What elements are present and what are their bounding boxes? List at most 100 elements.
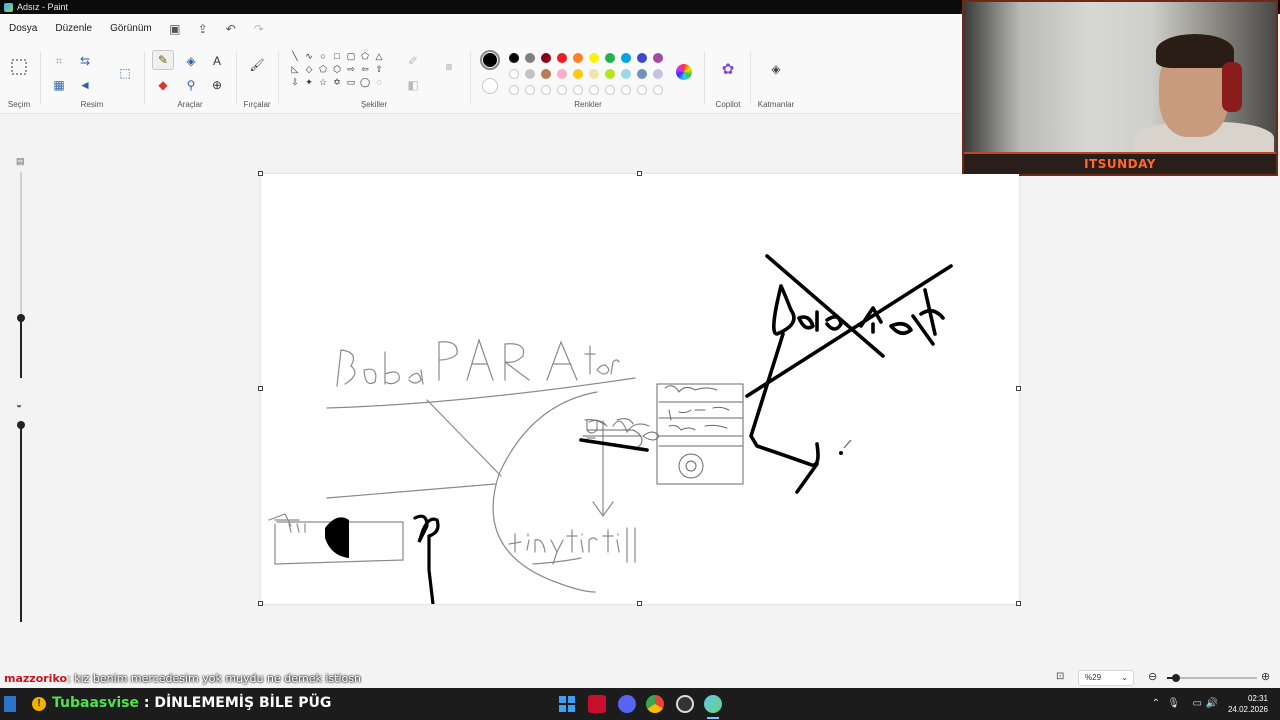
color-swatch[interactable] bbox=[525, 69, 535, 79]
edit-colors-icon[interactable] bbox=[676, 64, 692, 80]
share-icon[interactable]: ⇪ bbox=[189, 22, 217, 36]
shape-gallery[interactable]: ╲ ∿ ○ □ ▢ ⬠ △ ◺ ◇ ⬠ ⬡ ⇨ ⇦ ⇧ ⇩ ✦ ☆ ✡ ▭ ◯ … bbox=[288, 50, 396, 89]
color-swatch[interactable] bbox=[573, 53, 583, 63]
custom-color-slot[interactable] bbox=[653, 85, 663, 95]
brush-icon[interactable]: 🖌 bbox=[248, 56, 266, 74]
clock[interactable]: 02:31 24.02.2026 bbox=[1228, 693, 1268, 715]
select-rectangle-icon[interactable] bbox=[10, 58, 28, 76]
brush-size-track[interactable] bbox=[20, 172, 22, 318]
discord-icon[interactable] bbox=[618, 695, 636, 713]
save-icon[interactable]: ▣ bbox=[161, 22, 189, 36]
color-swatch[interactable] bbox=[509, 69, 519, 79]
brush-size-knob[interactable] bbox=[17, 314, 25, 322]
custom-color-slot[interactable] bbox=[557, 85, 567, 95]
copilot-icon[interactable]: ✿ bbox=[719, 60, 737, 78]
remove-background-icon[interactable]: ⬚ bbox=[116, 64, 134, 82]
fit-to-window-icon[interactable]: ⊡ bbox=[1056, 671, 1064, 682]
oval-shape-icon[interactable]: ○ bbox=[316, 50, 330, 63]
opacity-track[interactable] bbox=[20, 422, 22, 622]
rotate-icon[interactable]: ▦ bbox=[50, 76, 68, 94]
arrow-up-shape-icon[interactable]: ⇧ bbox=[372, 63, 386, 76]
color-picker-icon[interactable]: ⚲ bbox=[182, 76, 200, 94]
custom-color-slot[interactable] bbox=[605, 85, 615, 95]
drawing-canvas[interactable] bbox=[261, 174, 1019, 604]
crop-icon[interactable]: ⌗ bbox=[50, 52, 68, 70]
color-swatch[interactable] bbox=[589, 69, 599, 79]
color-swatch[interactable] bbox=[589, 53, 599, 63]
color-swatch[interactable] bbox=[573, 69, 583, 79]
arrow-right-shape-icon[interactable]: ⇨ bbox=[344, 63, 358, 76]
color-swatch[interactable] bbox=[621, 69, 631, 79]
color-swatch[interactable] bbox=[605, 69, 615, 79]
custom-color-slot[interactable] bbox=[589, 85, 599, 95]
custom-color-slot[interactable] bbox=[637, 85, 647, 95]
paint-taskbar-icon[interactable] bbox=[704, 695, 722, 713]
windows-start-icon[interactable] bbox=[558, 695, 576, 713]
color-swatch[interactable] bbox=[637, 53, 647, 63]
fill-icon[interactable]: ◈ bbox=[182, 52, 200, 70]
flip-icon[interactable]: ◄ bbox=[76, 76, 94, 94]
color-swatch[interactable] bbox=[541, 69, 551, 79]
resize-icon[interactable]: ⇆ bbox=[76, 52, 94, 70]
triangle-shape-icon[interactable]: △ bbox=[372, 50, 386, 63]
custom-color-slot[interactable] bbox=[541, 85, 551, 95]
canvas-resize-handle-top-left[interactable] bbox=[258, 171, 263, 176]
canvas-resize-handle-top[interactable] bbox=[637, 171, 642, 176]
right-triangle-shape-icon[interactable]: ◺ bbox=[288, 63, 302, 76]
line-shape-icon[interactable]: ╲ bbox=[288, 50, 302, 63]
pencil-icon[interactable]: ✎ bbox=[152, 50, 174, 70]
obs-icon[interactable] bbox=[676, 695, 694, 713]
zoom-slider-knob[interactable] bbox=[1171, 674, 1180, 682]
canvas-resize-handle-bottom-right[interactable] bbox=[1016, 601, 1021, 606]
chrome-icon[interactable] bbox=[646, 695, 664, 713]
shape-size-icon[interactable]: ≡ bbox=[440, 58, 458, 76]
menu-view[interactable]: Görünüm bbox=[101, 14, 161, 44]
microphone-icon[interactable]: 🎙 bbox=[1167, 698, 1180, 709]
canvas-resize-handle-bottom-left[interactable] bbox=[258, 601, 263, 606]
network-icon[interactable]: ▭ bbox=[1193, 698, 1202, 709]
zoom-out-icon[interactable]: ⊖ bbox=[1148, 670, 1157, 683]
canvas-resize-handle-bottom[interactable] bbox=[637, 601, 642, 606]
shape-outline-icon[interactable]: ✐ bbox=[404, 52, 422, 70]
primary-color[interactable] bbox=[480, 50, 500, 70]
zoom-in-icon[interactable]: ⊕ bbox=[1261, 670, 1270, 683]
secondary-color[interactable] bbox=[482, 78, 498, 94]
color-swatch[interactable] bbox=[637, 69, 647, 79]
chevron-up-icon[interactable]: ⌃ bbox=[1152, 698, 1160, 709]
canvas-resize-handle-right[interactable] bbox=[1016, 386, 1021, 391]
color-swatch[interactable] bbox=[525, 53, 535, 63]
callout-oval-shape-icon[interactable]: ◯ bbox=[358, 76, 372, 89]
color-swatch[interactable] bbox=[557, 53, 567, 63]
custom-color-slot[interactable] bbox=[509, 85, 519, 95]
zoom-select[interactable]: %29 ⌄ bbox=[1078, 670, 1134, 686]
color-swatch[interactable] bbox=[653, 69, 663, 79]
arrow-left-shape-icon[interactable]: ⇦ bbox=[358, 63, 372, 76]
callout-cloud-shape-icon[interactable]: ◌ bbox=[372, 76, 386, 89]
magnifier-icon[interactable]: ⊕ bbox=[208, 76, 226, 94]
app-icon-red[interactable] bbox=[588, 695, 606, 713]
shape-fill-icon[interactable]: ◧ bbox=[404, 76, 422, 94]
star6-shape-icon[interactable]: ✡ bbox=[330, 76, 344, 89]
color-swatch[interactable] bbox=[621, 53, 631, 63]
color-swatch[interactable] bbox=[605, 53, 615, 63]
star4-shape-icon[interactable]: ✦ bbox=[302, 76, 316, 89]
color-swatch[interactable] bbox=[653, 53, 663, 63]
color-swatch[interactable] bbox=[541, 53, 551, 63]
canvas-resize-handle-left[interactable] bbox=[258, 386, 263, 391]
hexagon-shape-icon[interactable]: ⬡ bbox=[330, 63, 344, 76]
custom-color-slot[interactable] bbox=[573, 85, 583, 95]
layers-icon[interactable]: ◈ bbox=[767, 60, 785, 78]
text-icon[interactable]: A bbox=[208, 52, 226, 70]
diamond-shape-icon[interactable]: ◇ bbox=[302, 63, 316, 76]
custom-color-slot[interactable] bbox=[621, 85, 631, 95]
custom-color-slot[interactable] bbox=[525, 85, 535, 95]
curve-shape-icon[interactable]: ∿ bbox=[302, 50, 316, 63]
rounded-rectangle-shape-icon[interactable]: ▢ bbox=[344, 50, 358, 63]
arrow-down-shape-icon[interactable]: ⇩ bbox=[288, 76, 302, 89]
opacity-knob[interactable] bbox=[17, 421, 25, 429]
undo-icon[interactable]: ↶ bbox=[217, 22, 245, 36]
pentagon-shape-icon[interactable]: ⬠ bbox=[316, 63, 330, 76]
color-swatch[interactable] bbox=[509, 53, 519, 63]
volume-icon[interactable]: 🔊 bbox=[1206, 698, 1218, 709]
rectangle-shape-icon[interactable]: □ bbox=[330, 50, 344, 63]
